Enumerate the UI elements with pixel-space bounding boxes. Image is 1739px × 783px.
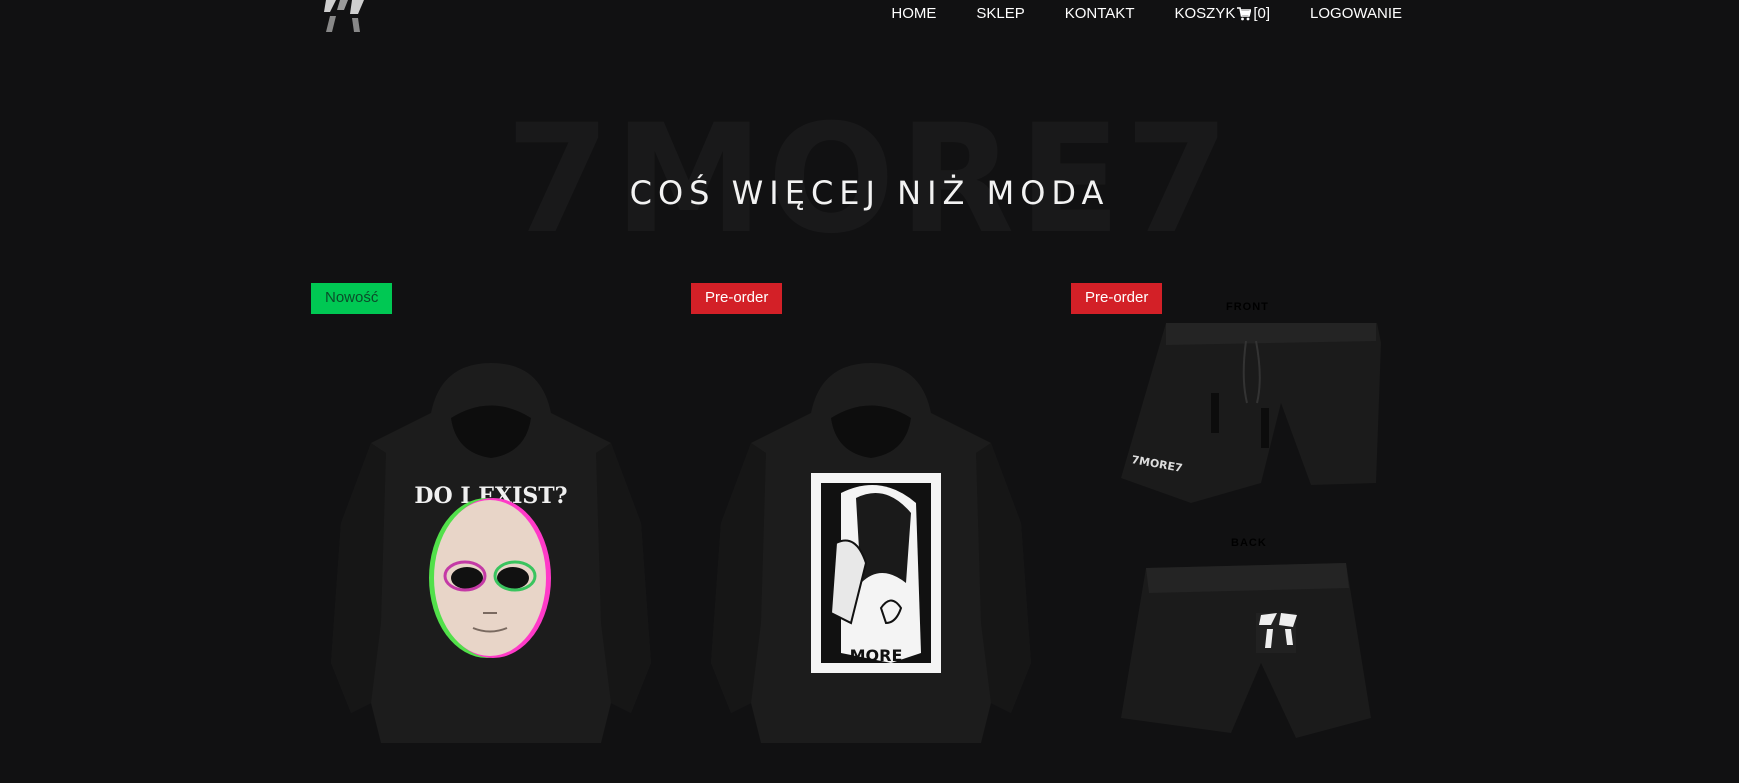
main-nav: HOME SKLEP KONTAKT KOSZYK [0] LOGOWANIE bbox=[891, 5, 1402, 22]
svg-text:MORE: MORE bbox=[850, 646, 903, 665]
product-image-shorts[interactable]: 7MORE7 bbox=[1071, 323, 1431, 763]
hero-tagline: COŚ WIĘCEJ NIŻ MODA bbox=[629, 174, 1110, 212]
badge-preorder: Pre-order bbox=[691, 283, 783, 314]
nav-shop[interactable]: SKLEP bbox=[976, 5, 1024, 22]
cart-count: [0] bbox=[1253, 5, 1271, 22]
nav-home[interactable]: HOME bbox=[891, 5, 936, 22]
nav-contact[interactable]: KONTAKT bbox=[1065, 5, 1135, 22]
front-label: FRONT bbox=[1226, 301, 1269, 313]
product-image-anime-hoodie[interactable]: MORE bbox=[691, 323, 1051, 763]
badge-new: Nowość bbox=[311, 283, 393, 314]
product-card[interactable]: Nowość DO I EXIST? bbox=[311, 283, 671, 763]
nav-cart-label: KOSZYK bbox=[1174, 5, 1236, 22]
nav-cart[interactable]: KOSZYK [0] bbox=[1174, 5, 1270, 22]
product-card[interactable]: Pre-order MORE bbox=[691, 283, 1051, 763]
nav-login[interactable]: LOGOWANIE bbox=[1310, 5, 1402, 22]
brand-logo[interactable] bbox=[322, 0, 380, 36]
badge-preorder: Pre-order bbox=[1071, 283, 1163, 314]
product-card[interactable]: Pre-order FRONT BACK 7MORE7 bbox=[1071, 283, 1431, 763]
product-image-alien-hoodie[interactable]: DO I EXIST? bbox=[311, 323, 671, 763]
cart-icon bbox=[1237, 6, 1252, 20]
